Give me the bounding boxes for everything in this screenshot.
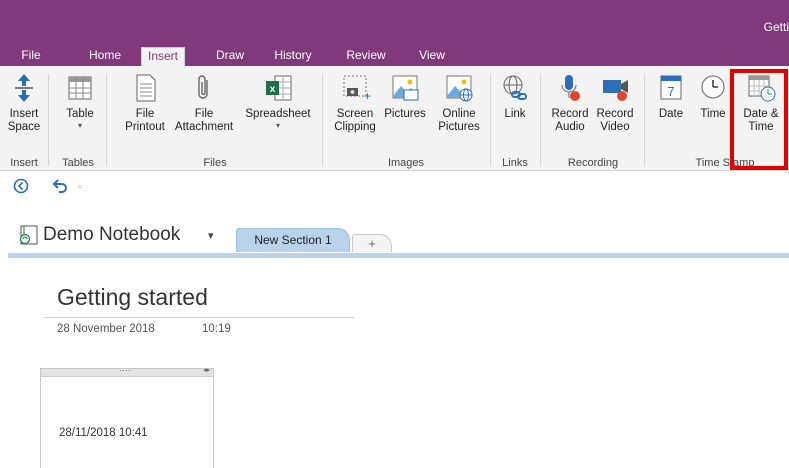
page-title[interactable]: Getting started [57, 284, 208, 311]
date-icon: 7 [654, 72, 688, 104]
drag-grip-icon[interactable]: ···· [119, 365, 131, 375]
customize-qat-icon[interactable]: = [78, 178, 83, 196]
title-bar: Getti [0, 0, 789, 44]
link-icon [498, 72, 532, 104]
group-label-recording: Recording [567, 157, 619, 169]
tab-view[interactable]: View [412, 47, 452, 66]
pictures-icon [388, 72, 422, 104]
ribbon-separator [106, 74, 107, 166]
ribbon-tab-bar: File Home Insert Draw History Review Vie… [0, 44, 789, 66]
tab-insert[interactable]: Insert [141, 47, 185, 66]
group-label-files: Files [203, 157, 227, 169]
spreadsheet-icon: x [261, 72, 295, 104]
tab-review[interactable]: Review [341, 47, 391, 66]
date-label: Date [658, 108, 684, 120]
insert-space-button[interactable]: Insert Space [6, 72, 42, 150]
group-label-images: Images [387, 157, 425, 169]
screen-clipping-label: Screen Clipping [334, 108, 376, 133]
file-printout-icon [128, 72, 162, 104]
online-pictures-label: Online Pictures [438, 108, 480, 133]
clock-icon [696, 72, 730, 104]
ribbon-separator [540, 74, 541, 166]
tab-draw[interactable]: Draw [210, 47, 250, 66]
ribbon-separator [322, 74, 323, 166]
insert-space-icon [7, 72, 41, 104]
link-button[interactable]: Link [498, 72, 532, 150]
svg-text:+: + [364, 89, 371, 103]
note-container[interactable]: ···· ◂▸ 28/11/2018 10:41 [40, 365, 214, 468]
record-audio-icon [553, 72, 587, 104]
record-video-icon [598, 72, 632, 104]
screen-clipping-icon: + [338, 72, 372, 104]
ribbon: Insert Space Table ▾ File Printout File … [0, 66, 789, 171]
spreadsheet-label: Spreadsheet [245, 108, 311, 120]
group-label-tables: Tables [62, 157, 94, 169]
add-section-button[interactable]: + [352, 234, 392, 252]
tab-history[interactable]: History [265, 47, 321, 66]
time-button[interactable]: Time [696, 72, 730, 150]
tab-file[interactable]: File [14, 47, 48, 66]
ribbon-separator [48, 74, 49, 166]
resize-arrows-icon[interactable]: ◂▸ [203, 366, 210, 374]
note-container-handle[interactable]: ···· ◂▸ [41, 365, 213, 377]
svg-text:7: 7 [667, 84, 674, 99]
page-date: 28 November 2018 [57, 323, 155, 335]
tab-home[interactable]: Home [82, 47, 128, 66]
title-divider [44, 317, 354, 318]
date-button[interactable]: 7 Date [654, 72, 688, 150]
time-label: Time [700, 108, 726, 120]
pictures-label: Pictures [384, 108, 426, 120]
group-label-links: Links [502, 157, 528, 169]
screen-clipping-button[interactable]: + Screen Clipping [332, 72, 378, 150]
record-audio-button[interactable]: Record Audio [550, 72, 590, 150]
page-time: 10:19 [202, 323, 231, 335]
record-video-button[interactable]: Record Video [594, 72, 636, 150]
table-label: Table [66, 108, 94, 120]
insert-space-label: Insert Space [7, 108, 41, 133]
quick-access-toolbar: = [0, 172, 789, 202]
pictures-button[interactable]: Pictures [380, 72, 430, 150]
window-title: Getti [763, 20, 789, 34]
record-audio-label: Record Audio [551, 108, 589, 133]
section-color-bar [8, 253, 789, 258]
link-label: Link [504, 108, 526, 120]
table-button[interactable]: Table ▾ [60, 72, 100, 150]
record-video-label: Record Video [596, 108, 634, 133]
svg-text:x: x [270, 84, 276, 95]
notebook-name[interactable]: Demo Notebook [43, 224, 180, 246]
table-icon [63, 72, 97, 104]
note-text[interactable]: 28/11/2018 10:41 [59, 427, 148, 439]
highlight-box [730, 69, 788, 170]
notebook-icon[interactable] [18, 224, 40, 246]
file-attachment-button[interactable]: File Attachment [172, 72, 236, 150]
online-pictures-button[interactable]: Online Pictures [434, 72, 484, 150]
undo-icon[interactable] [52, 178, 68, 196]
table-dropdown-icon: ▾ [77, 121, 82, 130]
chevron-down-icon[interactable]: ▾ [208, 229, 214, 242]
spreadsheet-button[interactable]: x Spreadsheet ▾ [242, 72, 314, 150]
spreadsheet-dropdown-icon: ▾ [275, 121, 280, 130]
online-pictures-icon [442, 72, 476, 104]
group-label-insert: Insert [10, 157, 38, 169]
paperclip-icon [187, 72, 221, 104]
file-printout-label: File Printout [125, 108, 165, 133]
file-printout-button[interactable]: File Printout [122, 72, 168, 150]
ribbon-separator [490, 74, 491, 166]
ribbon-separator [644, 74, 645, 166]
tab-new-section-1[interactable]: New Section 1 [236, 228, 350, 252]
back-circle-icon[interactable] [13, 178, 29, 196]
file-attachment-label: File Attachment [174, 108, 234, 133]
